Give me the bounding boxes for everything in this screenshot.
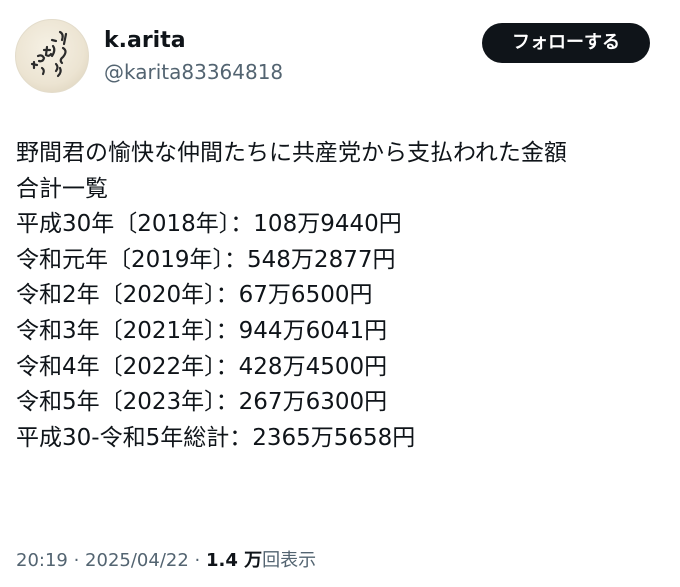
views-count: 1.4 万: [205, 550, 263, 571]
tweet-line-2022: 令和4年〔2022年〕：428万4500円: [16, 353, 388, 380]
display-name[interactable]: k.arita: [104, 27, 186, 55]
meta-separator-2: ·: [188, 550, 206, 571]
tweet-line-title: 野間君の愉快な仲間たちに共産党から支払われた金額: [16, 140, 567, 166]
follow-button[interactable]: フォローする: [482, 23, 650, 63]
tweet-line-2023: 令和5年〔2023年〕：267万6300円: [16, 389, 388, 416]
tweet-line-total: 平成30-令和5年総計：2365万5658円: [16, 424, 416, 451]
meta-separator: ·: [67, 550, 86, 571]
views-label: 回表示: [262, 550, 317, 571]
user-handle[interactable]: @karita83364818: [104, 59, 283, 85]
tweet-line-2019: 令和元年〔2019年〕：548万2877円: [16, 246, 396, 273]
tweet-line-2020: 令和2年〔2020年〕：67万6500円: [16, 282, 373, 309]
tweet-line-subtitle: 合計一覧: [16, 175, 108, 202]
tweet-meta: 20:19 · 2025/04/22 · 1.4 万回表示: [16, 548, 316, 574]
tweet-line-2018: 平成30年〔2018年〕：108万9440円: [16, 211, 402, 238]
calligraphy-avatar-icon: [30, 30, 68, 78]
tweet-time[interactable]: 20:19: [16, 550, 68, 571]
tweet-line-2021: 令和3年〔2021年〕：944万6041円: [16, 317, 388, 344]
tweet-date[interactable]: 2025/04/22: [85, 550, 189, 571]
tweet-text: 野間君の愉快な仲間たちに共産党から支払われた金額 合計一覧 平成30年〔2018…: [16, 136, 656, 456]
avatar[interactable]: [15, 19, 89, 93]
tweet-header: k.arita @karita83364818 フォローする: [0, 0, 680, 110]
